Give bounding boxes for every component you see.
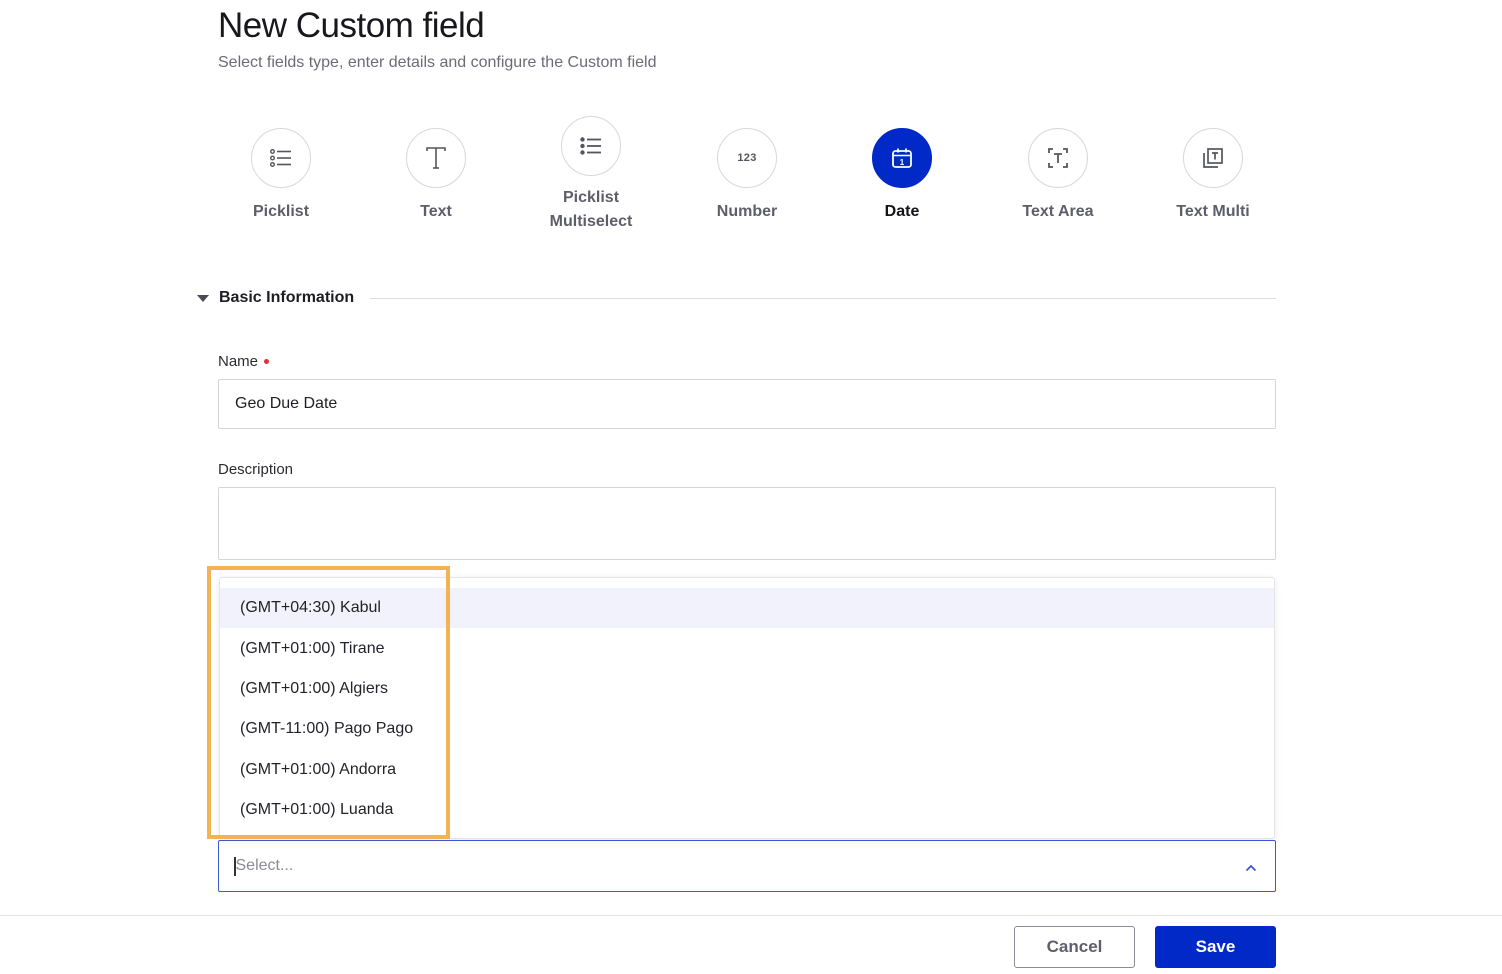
field-type-text-multi[interactable]: Text Multi	[1135, 128, 1291, 224]
field-type-text[interactable]: Text	[358, 128, 514, 224]
text-area-icon	[1028, 128, 1088, 188]
caret-down-icon[interactable]	[197, 294, 209, 302]
field-type-label: Number	[716, 203, 778, 220]
dropdown-option[interactable]: (GMT+04:30) Kabul	[220, 588, 1274, 629]
description-textarea[interactable]	[218, 487, 1276, 560]
chevron-up-icon[interactable]	[1245, 859, 1257, 877]
cancel-button[interactable]: Cancel	[1014, 926, 1135, 968]
select-placeholder: Select...	[235, 857, 294, 874]
list-icon	[251, 128, 311, 188]
text-multi-icon	[1183, 128, 1243, 188]
name-label: Name	[218, 353, 270, 370]
list-bold-icon	[561, 116, 621, 176]
save-button[interactable]: Save	[1155, 926, 1276, 968]
dropdown-option[interactable]: (GMT+01:00) Luanda	[220, 790, 1274, 830]
field-type-picklist[interactable]: Picklist	[203, 128, 359, 224]
field-type-label: Date	[884, 203, 920, 220]
required-indicator	[264, 358, 270, 364]
field-type-selector: Picklist Text Picklist Multiselect 123 Nu…	[203, 116, 1291, 246]
calendar-icon: 1	[872, 128, 932, 188]
name-input[interactable]: Geo Due Date	[218, 379, 1276, 429]
timezone-dropdown-menu: (GMT+04:30) Kabul (GMT+01:00) Tirane (GM…	[219, 577, 1275, 839]
dropdown-option[interactable]: (GMT+01:00) Tirane	[220, 628, 1274, 668]
description-label: Description	[218, 461, 294, 478]
number-123-icon: 123	[717, 128, 777, 188]
field-type-label: Text Area	[1022, 203, 1094, 220]
section-title[interactable]: Basic Information	[219, 289, 354, 307]
field-type-label: Picklist	[252, 203, 310, 220]
field-type-number[interactable]: 123 Number	[669, 128, 825, 224]
footer-bar: Cancel Save	[0, 915, 1502, 974]
field-type-picklist-multiselect[interactable]: Picklist Multiselect	[513, 116, 669, 234]
field-type-text-area[interactable]: Text Area	[980, 128, 1136, 224]
section-divider	[370, 297, 1276, 299]
dropdown-option[interactable]: (GMT+01:00) Algiers	[220, 669, 1274, 709]
field-type-label: Picklist Multiselect	[549, 189, 633, 230]
svg-text:1: 1	[900, 158, 905, 167]
dropdown-option[interactable]: (GMT-11:00) Pago Pago	[220, 709, 1274, 749]
field-type-date[interactable]: 1 Date	[824, 128, 980, 224]
timezone-select[interactable]: Select...	[218, 840, 1276, 892]
dropdown-option[interactable]: (GMT+01:00) Andorra	[220, 750, 1274, 790]
field-type-label: Text	[420, 203, 452, 220]
field-type-label: Text Multi	[1176, 203, 1250, 220]
section-basic-information: Basic Information	[196, 286, 1276, 310]
page-subtitle: Select fields type, enter details and co…	[218, 54, 657, 71]
page-title: New Custom field	[218, 6, 485, 45]
text-t-icon	[406, 128, 466, 188]
